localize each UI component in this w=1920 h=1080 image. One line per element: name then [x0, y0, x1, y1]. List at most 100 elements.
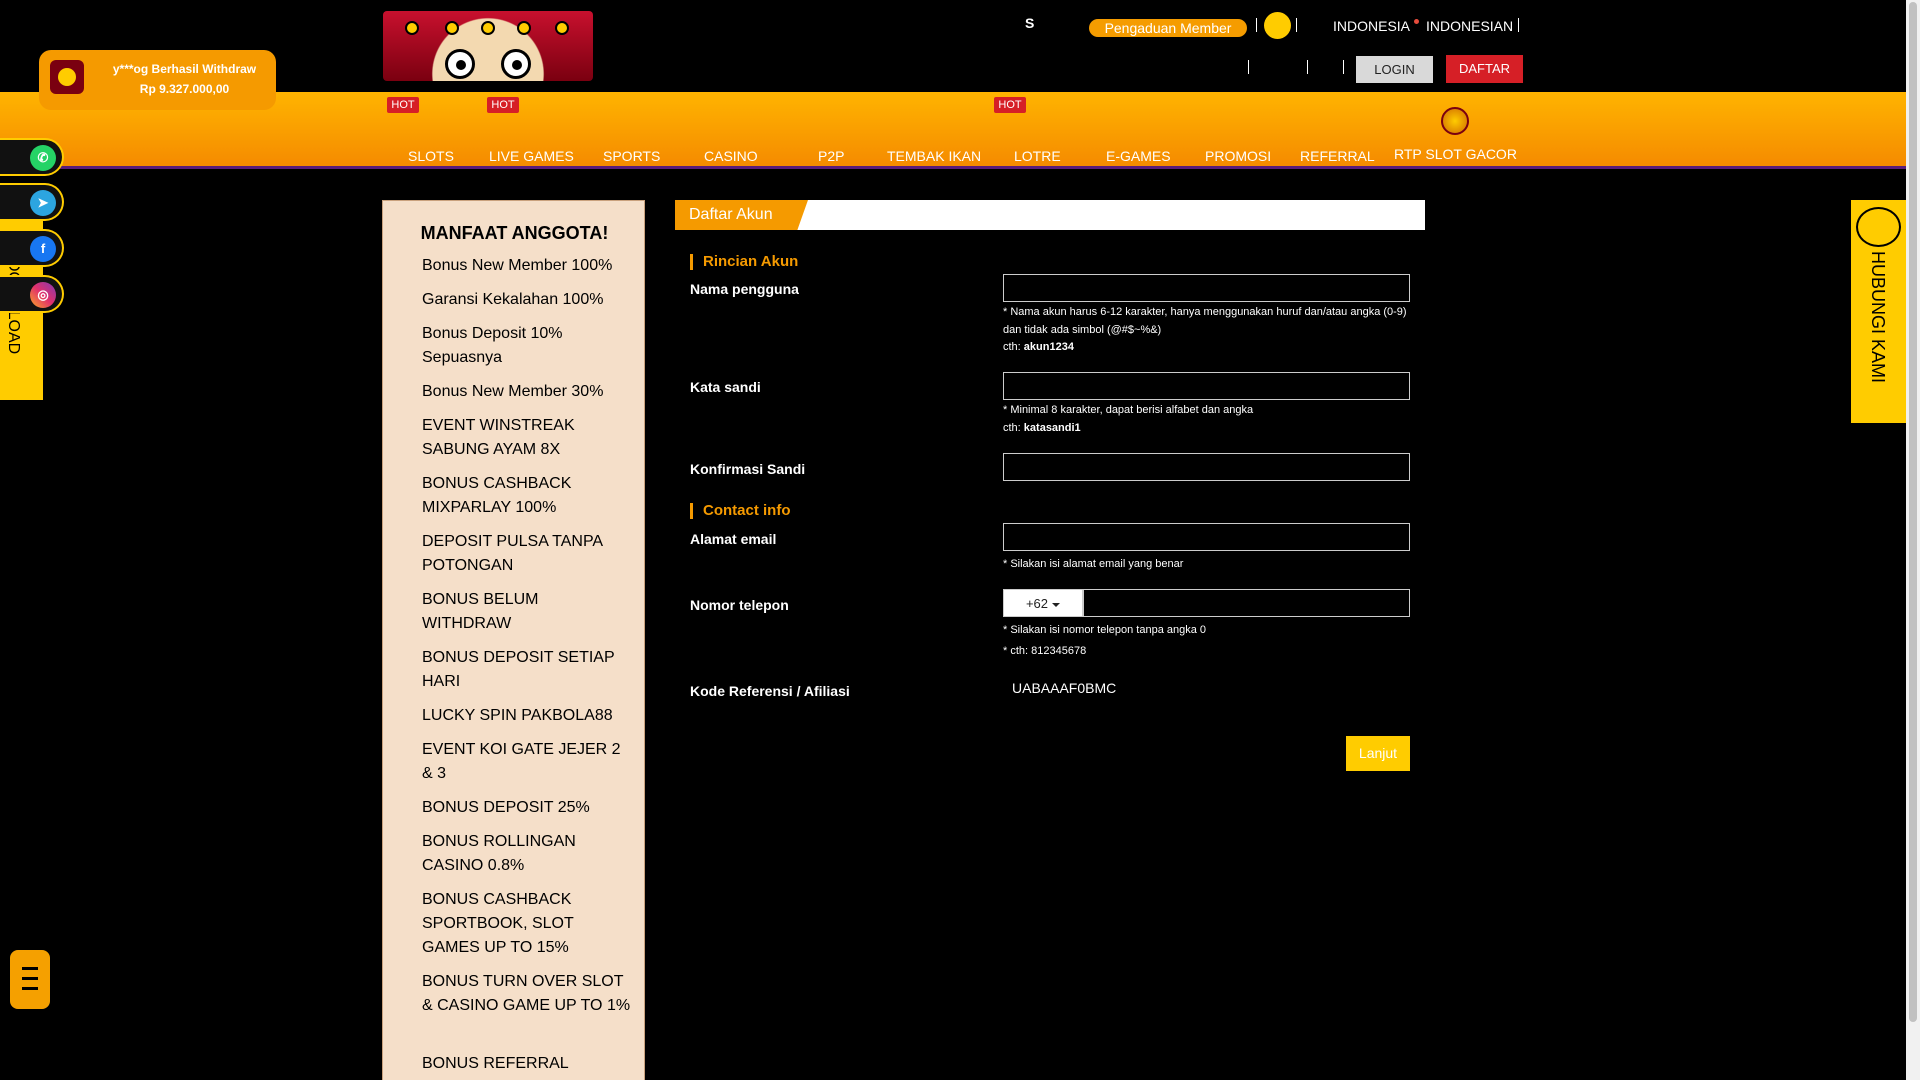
benefit-item: BONUS ROLLINGAN CASINO 0.8%: [422, 833, 576, 874]
email-hint: * Silakan isi alamat email yang benar: [1003, 558, 1184, 570]
register-button[interactable]: DAFTAR: [1446, 55, 1523, 83]
facebook-button[interactable]: f: [0, 229, 64, 267]
benefit-item: EVENT WINSTREAK SABUNG AYAM 8X: [422, 417, 575, 458]
rtp-slot-icon[interactable]: [1441, 107, 1469, 135]
member-benefits-panel: MANFAAT ANGGOTA! Bonus New Member 100% G…: [382, 200, 645, 1080]
phone-prefix-value: +62: [1025, 596, 1049, 611]
logo-eye: [445, 49, 475, 79]
email-label: Alamat email: [690, 531, 777, 547]
chevron-down-icon: [1052, 602, 1061, 607]
continue-button[interactable]: Lanjut: [1346, 736, 1410, 771]
hot-badge: HOT: [994, 97, 1026, 113]
withdraw-notification: y***og Berhasil Withdraw Rp 9.327.000,00: [39, 50, 276, 110]
divider: [1256, 18, 1257, 32]
menu-icon: [22, 977, 38, 980]
email-input[interactable]: [1003, 523, 1410, 551]
logo-decoration: [405, 21, 419, 35]
menu-icon: [22, 987, 38, 990]
nav-item-promosi[interactable]: PROMOSI: [1205, 148, 1271, 164]
benefit-item: Bonus New Member 30%: [422, 383, 604, 400]
password-example: cth: katasandi1: [1003, 419, 1413, 437]
benefit-item: BONUS BELUM WITHDRAW: [422, 591, 539, 632]
nav-item-live-games[interactable]: LIVE GAMES: [489, 148, 574, 164]
password-hint: * Minimal 8 karakter, dapat berisi alfab…: [1003, 404, 1254, 416]
logo-decoration: [481, 21, 495, 35]
contact-us-tab[interactable]: HUBUNGI KAMI: [1851, 200, 1906, 423]
confirm-password-input[interactable]: [1003, 453, 1410, 481]
username-example: cth: akun1234: [1003, 338, 1413, 356]
benefit-item: EVENT KOI GATE JEJER 2 & 3: [422, 741, 621, 782]
benefit-item: LUCKY SPIN PAKBOLA88: [422, 707, 613, 724]
telegram-button[interactable]: ➤: [0, 183, 64, 221]
header-letter: S: [1025, 15, 1035, 31]
section-account-title: Rincian Akun: [690, 254, 798, 270]
register-tab-title: Daftar Akun: [675, 200, 808, 230]
logo-decoration: [555, 21, 569, 35]
menu-icon: [22, 967, 38, 970]
whatsapp-button[interactable]: ✆: [0, 138, 64, 176]
benefit-item: Bonus New Member 100%: [422, 257, 613, 274]
nav-item-e-games[interactable]: E-GAMES: [1106, 148, 1171, 164]
username-example-value: akun1234: [1023, 341, 1074, 353]
avatar-icon[interactable]: [1264, 12, 1291, 39]
brand-logo-icon: [50, 60, 84, 94]
benefit-item: DEPOSIT PULSA TANPA POTONGAN: [422, 533, 603, 574]
phone-example: * cth: 812345678: [1003, 645, 1087, 657]
page-scrollbar[interactable]: [1906, 0, 1920, 1080]
example-prefix: cth:: [1003, 341, 1021, 353]
phone-hint: * Silakan isi nomor telepon tanpa angka …: [1003, 624, 1207, 636]
instagram-icon: ◎: [30, 282, 56, 308]
divider: [1518, 18, 1519, 32]
referral-label: Kode Referensi / Afiliasi: [690, 683, 850, 699]
contact-us-label: HUBUNGI KAMI: [1868, 251, 1888, 384]
language-country[interactable]: INDONESIA: [1333, 18, 1410, 34]
benefit-item: BONUS TURN OVER SLOT & CASINO GAME UP TO…: [422, 973, 631, 1014]
logo-eye: [501, 49, 531, 79]
benefit-item: BONUS DEPOSIT 25%: [422, 799, 590, 816]
site-logo[interactable]: [383, 11, 593, 81]
language-bullet-icon: [1414, 19, 1419, 24]
nav-item-referral[interactable]: REFERRAL: [1300, 148, 1375, 164]
username-hint: * Nama akun harus 6-12 karakter, hanya m…: [1003, 306, 1407, 336]
whatsapp-icon: ✆: [30, 145, 56, 171]
nav-item-p2p[interactable]: P2P: [818, 148, 844, 164]
username-label: Nama pengguna: [690, 281, 799, 297]
phone-label: Nomor telepon: [690, 597, 789, 613]
headset-icon: [1856, 207, 1901, 247]
confirm-password-label: Konfirmasi Sandi: [690, 461, 806, 477]
section-contact-title: Contact info: [690, 503, 791, 519]
login-button[interactable]: LOGIN: [1356, 56, 1433, 83]
phone-country-code-select[interactable]: +62: [1003, 589, 1083, 617]
password-example-value: katasandi1: [1023, 422, 1081, 434]
nav-item-tembak-ikan[interactable]: TEMBAK IKAN: [887, 148, 981, 164]
nav-item-rtp-slot-gacor[interactable]: RTP SLOT GACOR: [1394, 146, 1517, 162]
benefit-item: BONUS DEPOSIT SETIAP HARI: [422, 649, 615, 690]
divider: [1296, 18, 1297, 32]
benefits-title: MANFAAT ANGGOTA!: [420, 223, 609, 243]
nav-item-slots[interactable]: SLOTS: [408, 148, 454, 164]
password-input[interactable]: [1003, 372, 1410, 400]
language-selector[interactable]: INDONESIAN: [1426, 18, 1513, 34]
withdraw-amount: Rp 9.327.000,00: [139, 82, 230, 96]
instagram-button[interactable]: ◎: [0, 275, 64, 313]
benefit-item: BONUS CASHBACK SPORTBOOK, SLOT GAMES UP …: [422, 891, 574, 956]
complaint-button[interactable]: Pengaduan Member: [1089, 19, 1247, 37]
nav-item-sports[interactable]: SPORTS: [603, 148, 660, 164]
divider: [1248, 60, 1249, 74]
nav-item-casino[interactable]: CASINO: [704, 148, 758, 164]
example-prefix: cth:: [1003, 422, 1021, 434]
menu-button[interactable]: [10, 950, 50, 1009]
benefit-item: BONUS CASHBACK MIXPARLAY 100%: [422, 475, 572, 516]
logo-decoration: [517, 21, 531, 35]
hot-badge: HOT: [387, 97, 419, 113]
referral-code: UABAAAF0BMC: [1012, 680, 1117, 696]
phone-input[interactable]: [1083, 589, 1410, 617]
username-input[interactable]: [1003, 274, 1410, 302]
scrollbar-thumb[interactable]: [1909, 2, 1917, 1022]
password-label: Kata sandi: [690, 379, 761, 395]
telegram-icon: ➤: [30, 190, 56, 216]
hot-badge: HOT: [487, 97, 519, 113]
divider: [1343, 60, 1344, 74]
benefit-item: BONUS REFERRAL: [422, 1055, 569, 1072]
nav-item-lotre[interactable]: LOTRE: [1014, 148, 1061, 164]
